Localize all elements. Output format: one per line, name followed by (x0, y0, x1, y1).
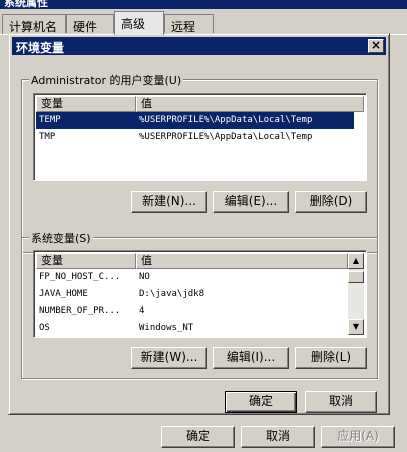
system-edit-button[interactable]: 编辑(I)... (213, 347, 289, 369)
background-cancel-button[interactable]: 取消 (241, 426, 315, 448)
dialog-titlebar[interactable]: 环境变量 × (12, 37, 386, 55)
system-variables-list[interactable]: 变量 值 FP_NO_HOST_C... NO JAVA_HOME D:\jav… (33, 250, 367, 338)
variable-name: TMP (39, 132, 56, 142)
variable-value: NO (139, 272, 150, 282)
close-icon: × (370, 38, 382, 52)
tab-hardware[interactable]: 硬件 (66, 14, 114, 34)
list-item-tmp[interactable]: TMP %USERPROFILE%\AppData\Local\Temp (36, 129, 354, 146)
system-new-button[interactable]: 新建(W)... (131, 347, 207, 369)
system-delete-button[interactable]: 删除(L) (295, 347, 367, 369)
variable-value: D:\java\jdk8 (139, 289, 205, 299)
variable-value: Windows_NT (139, 323, 194, 333)
user-edit-button[interactable]: 编辑(E)... (213, 191, 289, 213)
list-item[interactable]: NUMBER_OF_PR... 4 (36, 303, 348, 320)
system-variables-scrollbar[interactable]: ▲ ▼ (348, 253, 364, 335)
variable-name: JAVA_HOME (39, 289, 88, 299)
background-ok-button[interactable]: 确定 (161, 426, 235, 448)
column-header-variable[interactable]: 变量 (36, 96, 136, 112)
environment-variables-dialog: 环境变量 × Administrator 的用户变量(U) 变量 值 TEMP … (8, 33, 390, 415)
list-item[interactable]: FP_NO_HOST_C... NO (36, 269, 348, 286)
scroll-up-button[interactable]: ▲ (348, 253, 364, 269)
tab-remote[interactable]: 远程 (164, 14, 214, 34)
system-variables-label: 系统变量(S) (29, 230, 93, 246)
background-apply-button[interactable]: 应用(A) (321, 426, 395, 448)
variable-name: OS (39, 323, 50, 333)
tab-computer-name[interactable]: 计算机名 (2, 14, 66, 34)
scroll-thumb[interactable] (348, 271, 364, 283)
column-header-value[interactable]: 值 (136, 253, 348, 269)
variable-value: %USERPROFILE%\AppData\Local\Temp (139, 115, 313, 125)
user-variables-header: 变量 值 (36, 96, 364, 112)
variable-value: %USERPROFILE%\AppData\Local\Temp (139, 132, 313, 142)
user-variables-label: Administrator 的用户变量(U) (29, 72, 184, 88)
user-new-button[interactable]: 新建(N)... (131, 191, 207, 213)
dialog-title: 环境变量 (16, 41, 65, 55)
variable-name: FP_NO_HOST_C... (39, 272, 121, 282)
list-item[interactable]: JAVA_HOME D:\java\jdk8 (36, 286, 348, 303)
user-variables-list[interactable]: 变量 值 TEMP %USERPROFILE%\AppData\Local\Te… (33, 93, 367, 181)
system-variables-header: 变量 值 (36, 253, 348, 269)
variable-value: 4 (139, 306, 145, 316)
user-delete-button[interactable]: 删除(D) (295, 191, 367, 213)
list-item[interactable]: OS Windows_NT (36, 320, 348, 337)
column-header-value[interactable]: 值 (136, 96, 364, 112)
ok-button[interactable]: 确定 (225, 391, 297, 413)
list-item-temp[interactable]: TEMP %USERPROFILE%\AppData\Local\Temp (36, 112, 354, 129)
background-window-titlebar: 系统属性 (0, 0, 407, 9)
column-header-variable[interactable]: 变量 (36, 253, 136, 269)
tab-advanced[interactable]: 高级 (114, 11, 164, 35)
close-button[interactable]: × (368, 39, 384, 53)
variable-name: TEMP (39, 115, 61, 125)
arrow-down-icon: ▼ (352, 322, 360, 331)
scroll-down-button[interactable]: ▼ (348, 319, 364, 335)
variable-name: NUMBER_OF_PR... (39, 306, 121, 316)
background-window-title: 系统属性 (4, 0, 48, 9)
arrow-up-icon: ▲ (352, 256, 360, 265)
cancel-button[interactable]: 取消 (305, 391, 377, 413)
